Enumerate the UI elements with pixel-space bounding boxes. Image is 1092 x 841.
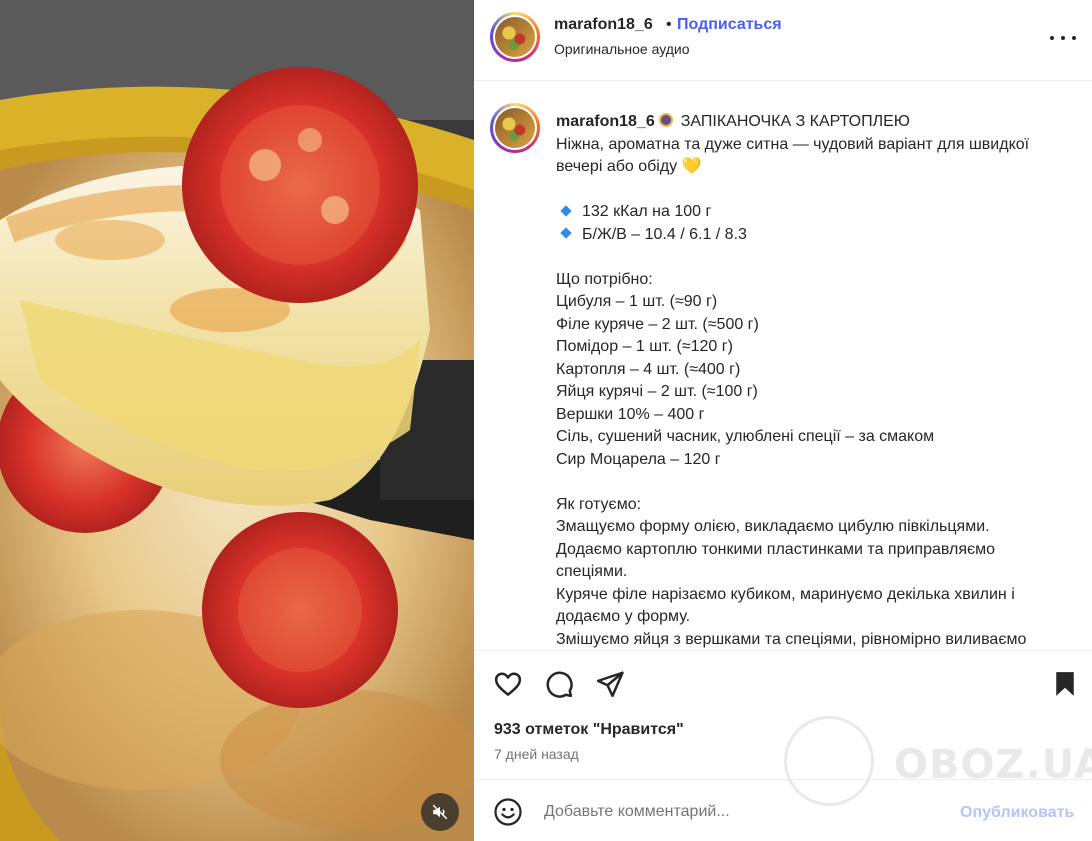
- post-caption: marafon18_6 ЗАПІКАНОЧКА З КАРТОПЛЕЮ Ніжна…: [474, 81, 1092, 650]
- ingredient-item: Картопля – 4 шт. (≈400 г): [556, 360, 741, 378]
- yellow-heart-icon: 💛: [681, 158, 702, 175]
- step-line: Додаємо картоплю тонкими пластинками та …: [556, 540, 996, 558]
- nutrition-line: 132 кКал на 100 г: [582, 203, 712, 220]
- ingredient-item: Яйця курячі – 2 шт. (≈100 г): [556, 383, 758, 400]
- avatar[interactable]: [490, 12, 540, 62]
- ingredient-item: Сир Моцарела – 120 г: [556, 450, 721, 468]
- audio-label[interactable]: Оригинальное аудио: [554, 41, 690, 57]
- author-username[interactable]: marafon18_6: [554, 16, 653, 34]
- nutrition-line: Б/Ж/В – 10.4 / 6.1 / 8.3: [582, 225, 747, 243]
- post-panel: marafon18_6 • Подписаться Оригинальное а…: [474, 0, 1092, 841]
- step-line: Змащуємо форму олією, викладаємо цибулю …: [556, 518, 990, 535]
- ingredients-title: Що потрібно:: [556, 270, 653, 288]
- caption-avatar[interactable]: [490, 103, 540, 153]
- follow-button[interactable]: Подписаться: [677, 16, 782, 34]
- pot-emoji-icon: [658, 113, 673, 127]
- separator-dot: •: [666, 16, 672, 33]
- speaker-muted-icon: [432, 804, 448, 820]
- step-line: Змішуємо яйця з вершками та спеціями, рі…: [556, 630, 1027, 648]
- comment-bar: Опубликовать: [474, 781, 1092, 841]
- steps-title: Як готуємо:: [556, 495, 642, 513]
- likes-count[interactable]: 933 отметок "Нравится": [494, 721, 684, 739]
- post-timestamp[interactable]: 7 дней назад: [494, 746, 579, 762]
- ingredient-item: Цибуля – 1 шт. (≈90 г): [556, 293, 718, 310]
- more-options-button[interactable]: [1050, 28, 1076, 48]
- step-line: Куряче філе нарізаємо кубиком, маринуємо…: [556, 585, 1015, 603]
- caption-intro-1: Ніжна, ароматна та дуже ситна — чудовий …: [556, 135, 1030, 153]
- step-line: додаємо у форму.: [556, 608, 691, 625]
- post-media[interactable]: [0, 0, 474, 841]
- comment-input[interactable]: [544, 803, 944, 821]
- caption-intro-2: вечері або обіду: [556, 158, 678, 175]
- ingredient-item: Філе куряче – 2 шт. (≈500 г): [556, 315, 759, 333]
- ingredient-item: Помідор – 1 шт. (≈120 г): [556, 338, 733, 355]
- caption-text: marafon18_6 ЗАПІКАНОЧКА З КАРТОПЛЕЮ Ніжна…: [556, 111, 1076, 650]
- mute-button[interactable]: [421, 793, 459, 831]
- save-bookmark-icon[interactable]: [1050, 669, 1080, 699]
- step-line: спеціями.: [556, 563, 628, 580]
- comment-icon[interactable]: [544, 669, 574, 699]
- caption-username[interactable]: marafon18_6: [556, 113, 655, 130]
- post-header: marafon18_6 • Подписаться Оригинальное а…: [474, 0, 1092, 81]
- blue-diamond-icon: [560, 227, 572, 239]
- blue-diamond-icon: [560, 205, 572, 217]
- caption-title: ЗАПІКАНОЧКА З КАРТОПЛЕЮ: [680, 113, 910, 130]
- ingredient-item: Вершки 10% – 400 г: [556, 405, 705, 423]
- like-heart-icon[interactable]: [493, 669, 523, 699]
- share-icon[interactable]: [595, 669, 625, 699]
- emoji-smile-icon[interactable]: [493, 797, 523, 827]
- more-dots-icon: [1050, 36, 1054, 40]
- ingredient-item: Сіль, сушений часник, улюблені спеції – …: [556, 428, 935, 445]
- post-actions: 933 отметок "Нравится" 7 дней назад: [474, 650, 1092, 780]
- food-photo: [0, 0, 474, 841]
- publish-button[interactable]: Опубликовать: [960, 804, 1074, 822]
